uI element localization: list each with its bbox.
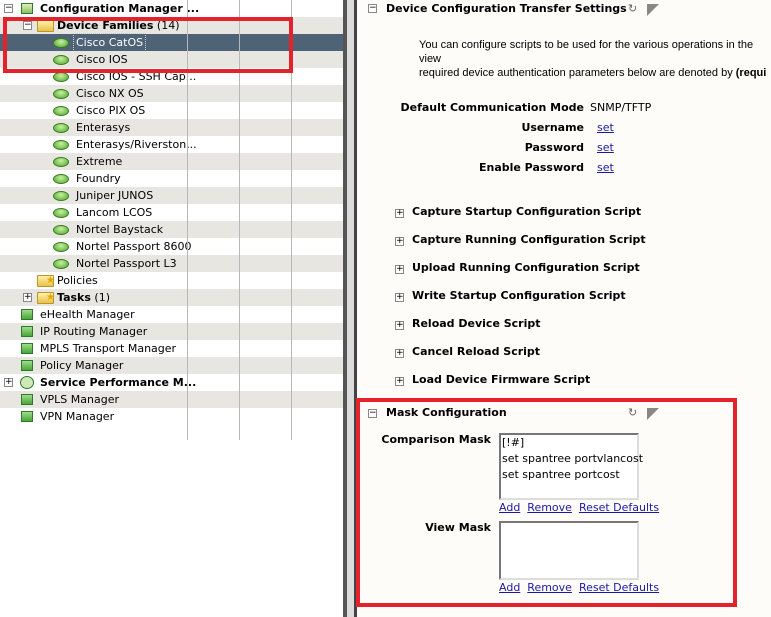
view-add-link[interactable]: Add — [499, 581, 520, 594]
manager-icon — [21, 411, 33, 422]
tree-label: eHealth Manager — [40, 308, 135, 321]
device-family-icon — [53, 106, 69, 116]
tree-label: Extreme — [76, 155, 123, 168]
gauge-icon — [20, 376, 34, 389]
tree-label: Lancom LCOS — [76, 206, 153, 219]
tree-label: Cisco PIX OS — [76, 104, 146, 117]
tree-label: Cisco IOS — [76, 53, 128, 66]
expand-icon[interactable]: + — [4, 378, 13, 387]
mode-value: SNMP/TFTP — [590, 101, 652, 114]
transfer-section-title: Device Configuration Transfer Settings — [386, 2, 627, 15]
password-set-link[interactable]: set — [597, 141, 614, 154]
tree-label: Enterasys/Riverston... — [76, 138, 197, 151]
expand-script-toggle[interactable]: + — [395, 349, 404, 358]
device-family-icon — [53, 157, 69, 167]
expand-script-toggle[interactable]: + — [395, 209, 404, 218]
device-family-icon — [53, 174, 69, 184]
script-section-title[interactable]: Load Device Firmware Script — [412, 373, 590, 386]
device-family-icon — [53, 259, 69, 269]
mask-section-title: Mask Configuration — [386, 406, 507, 419]
username-set-link[interactable]: set — [597, 121, 614, 134]
script-section-title[interactable]: Reload Device Script — [412, 317, 541, 330]
column-divider — [239, 0, 240, 440]
transfer-description: You can configure scripts to be used for… — [419, 39, 767, 79]
manager-icon — [21, 326, 33, 337]
script-section-title[interactable]: Upload Running Configuration Script — [412, 261, 640, 274]
flag-icon[interactable] — [647, 408, 659, 420]
tree-label: Nortel Passport 8600 — [76, 240, 192, 253]
view-mask-label: View Mask — [425, 521, 491, 534]
expand-script-toggle[interactable]: + — [395, 293, 404, 302]
enable-password-set-link[interactable]: set — [597, 161, 614, 174]
tree-label: Cisco CatOS — [72, 33, 147, 52]
tree-label: Enterasys — [76, 121, 131, 134]
device-family-icon — [53, 208, 69, 218]
manager-icon — [21, 309, 33, 320]
tree-label: Service Performance M... — [40, 376, 197, 389]
device-family-icon — [53, 242, 69, 252]
view-reset-link[interactable]: Reset Defaults — [579, 581, 659, 594]
tree-label: VPN Manager — [40, 410, 115, 423]
details-panel: − Device Configuration Transfer Settings… — [357, 0, 771, 617]
mode-label: Default Communication Mode — [400, 101, 584, 114]
script-section-title[interactable]: Cancel Reload Script — [412, 345, 540, 358]
device-family-icon — [53, 225, 69, 235]
comparison-add-link[interactable]: Add — [499, 501, 520, 514]
tree-label: Nortel Baystack — [76, 223, 164, 236]
expand-icon[interactable]: + — [23, 293, 32, 302]
tree-label: Cisco IOS - SSH Cap... — [76, 70, 197, 83]
refresh-icon[interactable]: ↻ — [628, 406, 637, 419]
view-remove-link[interactable]: Remove — [527, 581, 572, 594]
device-family-icon — [53, 38, 69, 48]
script-section-title[interactable]: Capture Startup Configuration Script — [412, 205, 641, 218]
password-label: Password — [524, 141, 584, 154]
tree-label: Nortel Passport L3 — [76, 257, 177, 270]
comparison-mask-label: Comparison Mask — [381, 433, 491, 446]
tree-label: MPLS Transport Manager — [40, 342, 177, 355]
collapse-transfer-toggle[interactable]: − — [368, 4, 377, 13]
tree-label: Foundry — [76, 172, 121, 185]
tree-label: Policies — [57, 274, 98, 287]
config-manager-icon — [21, 3, 33, 14]
expand-script-toggle[interactable]: + — [395, 265, 404, 274]
device-family-icon — [53, 140, 69, 150]
comparison-remove-link[interactable]: Remove — [527, 501, 572, 514]
manager-icon — [21, 394, 33, 405]
column-divider — [187, 0, 188, 440]
script-section-title[interactable]: Capture Running Configuration Script — [412, 233, 646, 246]
splitter[interactable] — [343, 0, 357, 617]
tree-label: VPLS Manager — [40, 393, 119, 406]
enable-password-label: Enable Password — [478, 161, 584, 174]
device-family-icon — [53, 191, 69, 201]
collapse-icon[interactable]: − — [23, 21, 32, 30]
tree-label: Tasks (1) — [57, 291, 111, 304]
comparison-mask-list[interactable]: [!#] set spantree portvlancost set spant… — [499, 433, 643, 500]
script-section-title[interactable]: Write Startup Configuration Script — [412, 289, 626, 302]
tree-label: Juniper JUNOS — [76, 189, 154, 202]
expand-script-toggle[interactable]: + — [395, 377, 404, 386]
refresh-icon[interactable]: ↻ — [628, 2, 637, 15]
tree-label: Policy Manager — [40, 359, 124, 372]
tree-label: Cisco NX OS — [76, 87, 144, 100]
tree-label: IP Routing Manager — [40, 325, 148, 338]
navigation-tree[interactable]: − Configuration Manager ... − Device Famili… — [0, 0, 343, 617]
collapse-mask-toggle[interactable]: − — [368, 409, 377, 418]
column-divider — [291, 0, 292, 440]
username-label: Username — [521, 121, 584, 134]
flag-icon[interactable] — [647, 4, 659, 16]
view-mask-list[interactable] — [499, 521, 639, 580]
manager-icon — [21, 343, 33, 354]
folder-icon — [37, 20, 54, 32]
device-family-icon — [53, 123, 69, 133]
manager-icon — [21, 360, 33, 371]
tree-label: Configuration Manager ... — [40, 2, 200, 15]
collapse-icon[interactable]: − — [4, 4, 13, 13]
tree-label: Device Families (14) — [57, 19, 180, 32]
device-family-icon — [53, 55, 69, 65]
expand-script-toggle[interactable]: + — [395, 321, 404, 330]
comparison-reset-link[interactable]: Reset Defaults — [579, 501, 659, 514]
device-family-icon — [53, 89, 69, 99]
device-family-icon — [53, 72, 69, 82]
expand-script-toggle[interactable]: + — [395, 237, 404, 246]
